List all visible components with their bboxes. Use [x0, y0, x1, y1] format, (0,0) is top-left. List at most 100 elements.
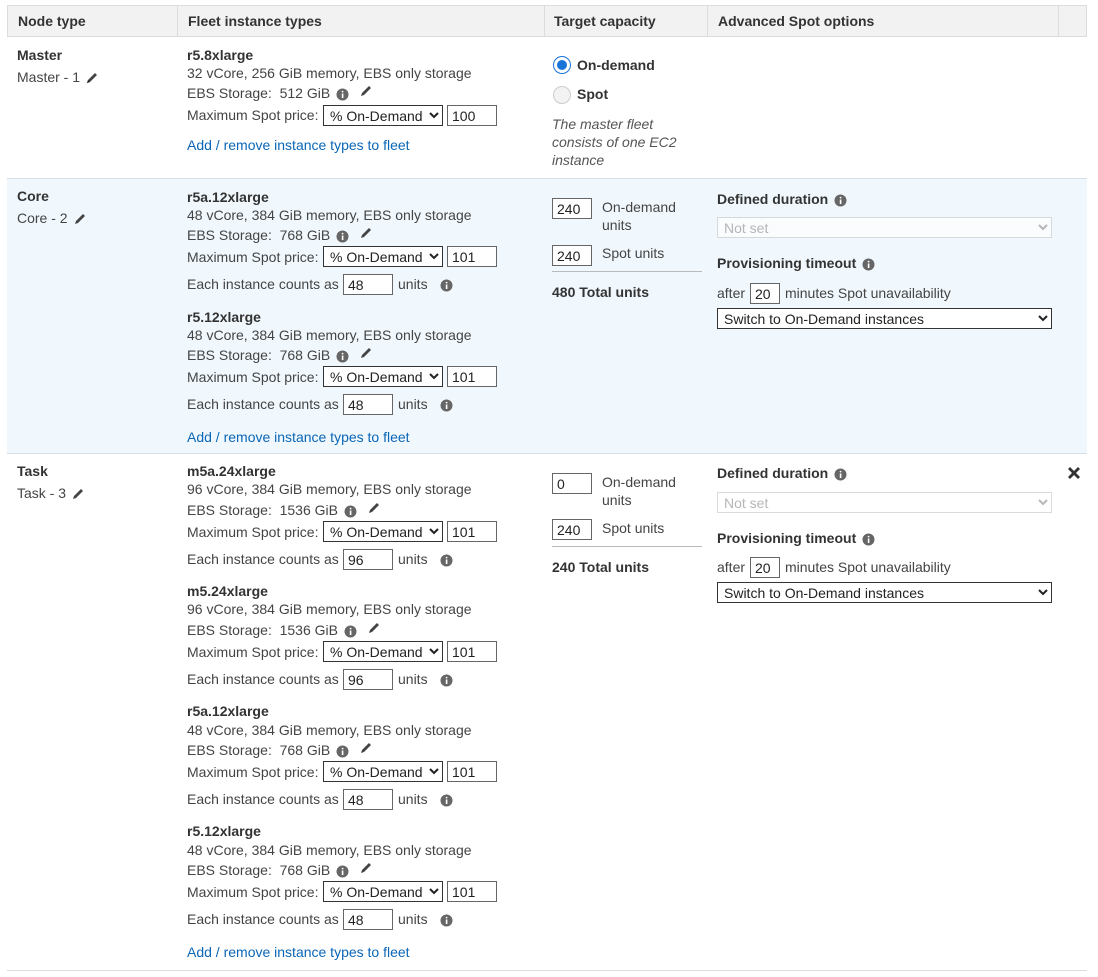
node-sub-label: Master - 1 — [17, 69, 81, 85]
info-icon[interactable] — [440, 399, 453, 412]
on-demand-units-input[interactable] — [552, 473, 592, 494]
spot-units-label: Spot units — [602, 245, 665, 261]
units-label: units — [398, 276, 428, 292]
instance-weight-input[interactable] — [343, 549, 393, 570]
provisioning-timeout-row: Provisioning timeout — [717, 255, 875, 271]
info-icon[interactable] — [440, 794, 453, 807]
max-spot-price-label: Maximum Spot price: — [187, 249, 319, 265]
spot-price-select[interactable]: % On-Demand — [323, 105, 443, 126]
defined-duration-label: Defined duration — [717, 191, 829, 207]
info-icon[interactable] — [336, 230, 349, 243]
max-spot-price-label: Maximum Spot price: — [187, 524, 319, 540]
spot-price-select[interactable]: % On-Demand — [323, 641, 443, 662]
on-demand-radio[interactable] — [553, 56, 571, 74]
info-icon[interactable] — [862, 533, 875, 546]
node-type-name: Master — [17, 47, 63, 63]
instance-spec: 48 vCore, 384 GiB memory, EBS only stora… — [187, 327, 472, 343]
spot-radio[interactable] — [553, 86, 571, 104]
spot-price-input[interactable] — [447, 366, 497, 387]
node-sub-label: Core - 2 — [17, 210, 68, 226]
provisioning-timeout-label: Provisioning timeout — [717, 255, 857, 271]
header-node-type: Node type — [18, 13, 86, 29]
info-icon[interactable] — [336, 865, 349, 878]
ebs-storage-row: EBS Storage: 768 GiB — [187, 347, 373, 363]
remove-task-fleet-close-icon[interactable] — [1066, 465, 1082, 481]
instance-spec: 48 vCore, 384 GiB memory, EBS only stora… — [187, 207, 472, 223]
instance-name: m5.24xlarge — [187, 583, 268, 599]
info-icon[interactable] — [834, 194, 847, 207]
spot-price-select[interactable]: % On-Demand — [323, 366, 443, 387]
provisioning-timeout-row: Provisioning timeout — [717, 530, 875, 546]
ebs-storage-label: EBS Storage: — [187, 85, 272, 101]
spot-price-input[interactable] — [447, 881, 497, 902]
pencil-icon[interactable] — [367, 501, 381, 515]
spot-price-input[interactable] — [447, 105, 497, 126]
info-icon[interactable] — [440, 674, 453, 687]
info-icon[interactable] — [440, 554, 453, 567]
spot-price-select[interactable]: % On-Demand — [323, 881, 443, 902]
spot-price-select[interactable]: % On-Demand — [323, 521, 443, 542]
spot-price-select[interactable]: % On-Demand — [323, 246, 443, 267]
instance-spec: 48 vCore, 384 GiB memory, EBS only stora… — [187, 722, 472, 738]
instance-weight-input[interactable] — [343, 669, 393, 690]
info-icon[interactable] — [336, 88, 349, 101]
instance-weight-input[interactable] — [343, 789, 393, 810]
info-icon[interactable] — [336, 350, 349, 363]
spot-price-input[interactable] — [447, 761, 497, 782]
timeout-action-select[interactable]: Switch to On-Demand instances — [717, 582, 1052, 603]
spot-units-input[interactable] — [552, 519, 592, 540]
spot-price-input[interactable] — [447, 641, 497, 662]
spot-price-input[interactable] — [447, 521, 497, 542]
instance-weight-input[interactable] — [343, 909, 393, 930]
pencil-icon[interactable] — [359, 226, 373, 240]
defined-duration-row: Defined duration — [717, 465, 847, 481]
info-icon[interactable] — [336, 745, 349, 758]
add-remove-instance-types-link[interactable]: Add / remove instance types to fleet — [187, 137, 410, 153]
timeout-action-select[interactable]: Switch to On-Demand instances — [717, 308, 1052, 329]
node-type-name: Task — [17, 463, 48, 479]
units-label: units — [398, 671, 428, 687]
on-demand-units-label: On-demand units — [602, 474, 676, 508]
info-icon[interactable] — [440, 914, 453, 927]
pencil-icon[interactable] — [359, 84, 373, 98]
ebs-storage-value: 768 GiB — [279, 227, 331, 243]
pencil-icon[interactable] — [359, 346, 373, 360]
timeout-minutes-input[interactable] — [750, 283, 780, 304]
defined-duration-select[interactable]: Not set — [717, 492, 1052, 513]
pencil-icon[interactable] — [359, 741, 373, 755]
pencil-icon[interactable] — [85, 71, 99, 85]
instance-weight-label: Each instance counts as — [187, 671, 339, 687]
info-icon[interactable] — [344, 505, 357, 518]
pencil-icon[interactable] — [367, 621, 381, 635]
spot-price-input[interactable] — [447, 246, 497, 267]
spot-units-input[interactable] — [552, 245, 592, 266]
add-remove-instance-types-link[interactable]: Add / remove instance types to fleet — [187, 944, 410, 960]
instance-name: r5a.12xlarge — [187, 189, 269, 205]
instance-name: r5.8xlarge — [187, 47, 254, 63]
instance-spec: 32 vCore, 256 GiB memory, EBS only stora… — [187, 65, 472, 81]
instance-name: m5a.24xlarge — [187, 463, 276, 479]
add-remove-instance-types-link[interactable]: Add / remove instance types to fleet — [187, 429, 410, 445]
info-icon[interactable] — [344, 625, 357, 638]
instance-weight-input[interactable] — [343, 274, 393, 295]
task-section: Task Task - 3 m5a.24xlarge 96 vCore, 384… — [7, 454, 1087, 971]
defined-duration-select[interactable]: Not set — [717, 217, 1052, 238]
defined-duration-label: Defined duration — [717, 465, 829, 481]
ebs-storage-value: 768 GiB — [279, 862, 331, 878]
total-units: 240 Total units — [552, 559, 649, 575]
info-icon[interactable] — [834, 468, 847, 481]
pencil-icon[interactable] — [71, 487, 85, 501]
capacity-divider — [552, 271, 702, 272]
ebs-storage-row: EBS Storage: 768 GiB — [187, 227, 373, 243]
info-icon[interactable] — [440, 279, 453, 292]
pencil-icon[interactable] — [359, 861, 373, 875]
on-demand-units-input[interactable] — [552, 198, 592, 219]
spot-price-select[interactable]: % On-Demand — [323, 761, 443, 782]
timeout-minutes-input[interactable] — [750, 557, 780, 578]
info-icon[interactable] — [862, 258, 875, 271]
pencil-icon[interactable] — [73, 212, 87, 226]
master-fleet-note: The master fleet consists of one EC2 ins… — [552, 116, 677, 168]
units-row: units — [398, 671, 453, 687]
instance-weight-input[interactable] — [343, 394, 393, 415]
ebs-storage-row: EBS Storage: 768 GiB — [187, 862, 373, 878]
